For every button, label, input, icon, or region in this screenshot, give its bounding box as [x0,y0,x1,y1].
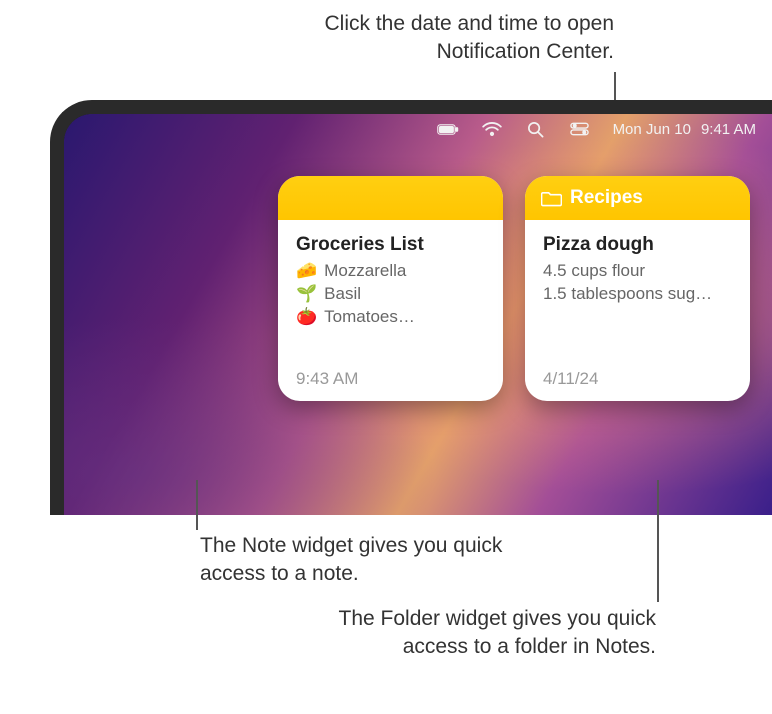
list-item: 1.5 tablespoons sug… [543,283,732,306]
desktop-wallpaper: Mon Jun 10 9:41 AM Groceries List 🧀 Mozz… [64,114,772,515]
callout-note-widget: The Note widget gives you quick access t… [200,532,540,589]
folder-note-lines: 4.5 cups flour 1.5 tablespoons sug… [543,260,732,306]
list-item: 🍅 Tomatoes… [296,306,485,329]
callout-line [196,480,198,530]
menubar-time: 9:41 AM [701,121,756,138]
note-widget-header [278,176,503,220]
folder-widget[interactable]: Recipes Pizza dough 4.5 cups flour 1.5 t… [525,176,750,401]
seedling-icon: 🌱 [296,283,317,306]
list-item-text: Mozzarella [324,260,406,283]
search-icon[interactable] [525,120,547,138]
folder-note-timestamp: 4/11/24 [543,369,732,389]
folder-icon [541,190,562,207]
note-timestamp: 9:43 AM [296,369,485,389]
callout-notification-center: Click the date and time to open Notifica… [254,10,614,67]
device-frame: Mon Jun 10 9:41 AM Groceries List 🧀 Mozz… [50,100,772,515]
menubar-date: Mon Jun 10 [613,121,691,138]
folder-widget-header: Recipes [525,176,750,220]
list-item: 🧀 Mozzarella [296,260,485,283]
cheese-icon: 🧀 [296,260,317,283]
menu-bar: Mon Jun 10 9:41 AM [64,114,772,144]
note-title: Groceries List [296,234,485,256]
list-item-text: Tomatoes… [324,306,415,329]
menubar-datetime[interactable]: Mon Jun 10 9:41 AM [613,121,756,138]
wifi-icon[interactable] [481,120,503,138]
callout-folder-widget: The Folder widget gives you quick access… [296,605,656,662]
tomato-icon: 🍅 [296,306,317,329]
list-item-text: Basil [324,283,361,306]
note-items: 🧀 Mozzarella 🌱 Basil 🍅 Tomatoes… [296,260,485,329]
folder-note-title: Pizza dough [543,234,732,256]
list-item: 4.5 cups flour [543,260,732,283]
battery-icon[interactable] [437,120,459,138]
control-center-icon[interactable] [569,120,591,138]
folder-widget-label: Recipes [570,187,643,209]
note-widget-body: Groceries List 🧀 Mozzarella 🌱 Basil 🍅 [278,220,503,401]
callout-line [657,480,659,602]
list-item: 🌱 Basil [296,283,485,306]
widgets-container: Groceries List 🧀 Mozzarella 🌱 Basil 🍅 [278,176,750,401]
folder-widget-body: Pizza dough 4.5 cups flour 1.5 tablespoo… [525,220,750,401]
note-widget[interactable]: Groceries List 🧀 Mozzarella 🌱 Basil 🍅 [278,176,503,401]
